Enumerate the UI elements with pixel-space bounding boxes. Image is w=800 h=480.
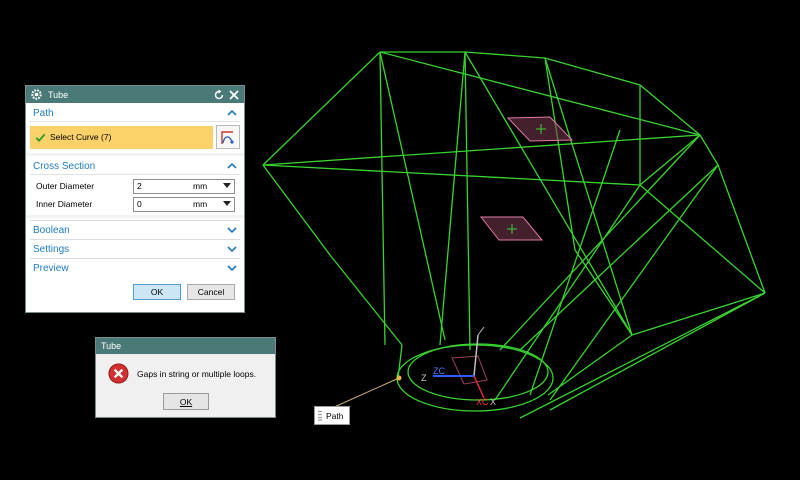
error-message: Gaps in string or multiple loops. bbox=[137, 368, 257, 379]
inner-diameter-field[interactable]: 0 mm bbox=[133, 196, 235, 212]
csys-triad: Z ZC XC X bbox=[421, 326, 496, 407]
outer-diameter-value[interactable]: 2 bbox=[137, 181, 193, 191]
wireframe-edge bbox=[262, 51, 381, 166]
section-path-header[interactable]: Path bbox=[30, 105, 240, 122]
chevron-down-icon bbox=[227, 246, 237, 253]
curve-select-icon bbox=[221, 131, 234, 144]
error-dialog-title: Tube bbox=[101, 341, 122, 351]
check-icon bbox=[35, 133, 46, 142]
section-cross-section-header[interactable]: Cross Section bbox=[30, 158, 240, 175]
tube-dialog: Tube Path Select Curve (7) Cross Section… bbox=[25, 85, 245, 313]
select-curve-row: Select Curve (7) bbox=[30, 125, 240, 149]
select-curve-label: Select Curve (7) bbox=[50, 132, 112, 142]
select-curve-field[interactable]: Select Curve (7) bbox=[30, 125, 213, 149]
section-preview-label: Preview bbox=[33, 262, 69, 274]
axis-label-zc: ZC bbox=[433, 366, 445, 376]
section-settings-label: Settings bbox=[33, 243, 70, 255]
wireframe-edge bbox=[379, 51, 386, 346]
wireframe-edge bbox=[379, 51, 446, 341]
wireframe-edge bbox=[544, 57, 633, 336]
chevron-up-icon bbox=[227, 162, 237, 169]
wireframe-edge bbox=[519, 292, 766, 419]
wireframe-edge bbox=[262, 134, 701, 166]
wireframe-edge bbox=[549, 292, 766, 411]
axis-label-xc: XC bbox=[476, 397, 489, 407]
outer-diameter-field[interactable]: 2 mm bbox=[133, 178, 235, 194]
dropdown-icon[interactable] bbox=[223, 183, 231, 189]
wireframe-bottom-ring-inner bbox=[407, 343, 549, 401]
error-ok-button[interactable]: OK bbox=[163, 393, 209, 410]
inner-diameter-row: Inner Diameter 0 mm bbox=[30, 195, 240, 213]
wireframe-edge bbox=[639, 184, 766, 294]
path-tag-label: Path bbox=[326, 410, 344, 421]
error-icon bbox=[108, 363, 129, 384]
close-icon[interactable] bbox=[228, 89, 240, 101]
outer-diameter-row: Outer Diameter 2 mm bbox=[30, 177, 240, 195]
inner-diameter-value[interactable]: 0 bbox=[137, 199, 193, 209]
tube-dialog-title: Tube bbox=[48, 89, 69, 100]
cancel-button[interactable]: Cancel bbox=[187, 284, 235, 300]
axis-label-z: Z bbox=[421, 373, 427, 383]
error-dialog-titlebar[interactable]: Tube bbox=[96, 338, 275, 354]
chevron-up-icon bbox=[227, 109, 237, 116]
path-tag[interactable]: Path bbox=[314, 406, 350, 425]
dropdown-icon[interactable] bbox=[223, 201, 231, 207]
ok-button[interactable]: OK bbox=[133, 284, 181, 300]
section-boolean-label: Boolean bbox=[33, 224, 70, 236]
csys-y-axis bbox=[473, 334, 479, 377]
curve-select-button[interactable] bbox=[216, 125, 240, 149]
section-cross-section-label: Cross Section bbox=[33, 160, 96, 172]
wireframe-edge bbox=[499, 134, 701, 351]
wireframe-edge bbox=[574, 249, 633, 336]
wireframe-edge bbox=[639, 134, 701, 186]
tube-dialog-titlebar[interactable]: Tube bbox=[26, 86, 244, 103]
section-path-label: Path bbox=[33, 107, 54, 119]
wireframe-edge bbox=[519, 164, 719, 351]
csys-x-axis bbox=[473, 375, 485, 399]
chevron-down-icon bbox=[227, 227, 237, 234]
path-start-point bbox=[396, 375, 402, 381]
wireframe-edge bbox=[397, 344, 403, 379]
outer-diameter-unit[interactable]: mm bbox=[193, 181, 223, 191]
wireframe-edge bbox=[329, 254, 403, 346]
wireframe-edge bbox=[529, 129, 621, 396]
csys-box bbox=[451, 355, 488, 385]
inner-diameter-unit[interactable]: mm bbox=[193, 199, 223, 209]
csys-y-arrow bbox=[477, 326, 485, 336]
gear-icon bbox=[31, 89, 42, 100]
wireframe-edge bbox=[544, 57, 576, 251]
error-message-row: Gaps in string or multiple loops. bbox=[96, 354, 275, 384]
dialog-button-row: OK Cancel bbox=[30, 284, 240, 300]
inner-diameter-label: Inner Diameter bbox=[36, 199, 93, 209]
error-dialog: Tube Gaps in string or multiple loops. O… bbox=[95, 337, 276, 418]
wireframe-top-outline bbox=[380, 51, 766, 294]
section-preview-header[interactable]: Preview bbox=[30, 258, 240, 277]
wireframe-edge bbox=[439, 51, 466, 346]
path-leader-line bbox=[331, 377, 400, 409]
wireframe-edge bbox=[262, 164, 331, 256]
grip-icon bbox=[318, 410, 322, 421]
section-separator bbox=[26, 153, 244, 156]
outer-diameter-label: Outer Diameter bbox=[36, 181, 95, 191]
section-separator bbox=[26, 215, 244, 218]
chevron-down-icon bbox=[227, 265, 237, 272]
reset-icon[interactable] bbox=[213, 89, 225, 101]
section-boolean-header[interactable]: Boolean bbox=[30, 220, 240, 239]
tube-dialog-body: Path Select Curve (7) Cross Section Oute… bbox=[26, 103, 244, 302]
wireframe-edge bbox=[464, 51, 633, 336]
wireframe-edge bbox=[464, 51, 471, 351]
axis-label-x: X bbox=[490, 397, 496, 407]
section-settings-header[interactable]: Settings bbox=[30, 239, 240, 258]
